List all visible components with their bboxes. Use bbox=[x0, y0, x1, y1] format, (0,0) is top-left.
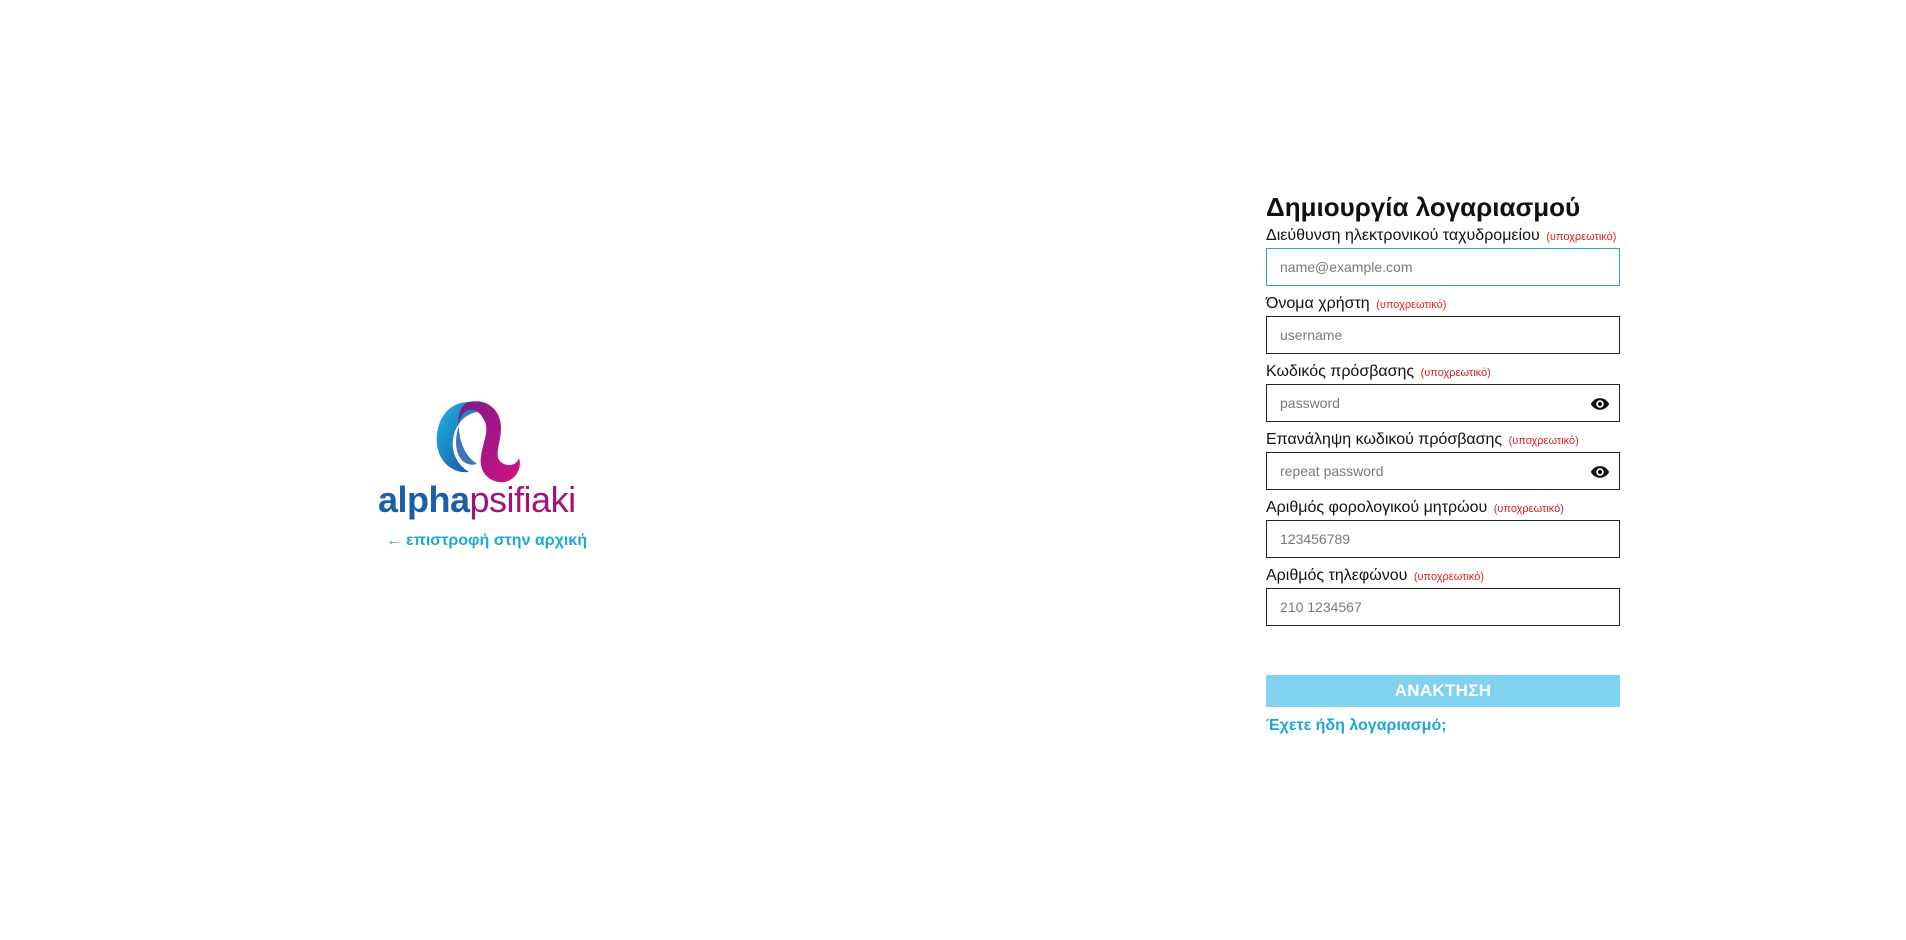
signup-form: Δημιουργία λογαριασμού Διεύθυνση ηλεκτρο… bbox=[1266, 190, 1620, 735]
repeat-password-label: Επανάληψη κωδικού πρόσβασης bbox=[1266, 431, 1503, 448]
brand-panel: alphapsifiaki ← επιστροφή στην αρχική bbox=[376, 396, 587, 556]
username-input[interactable] bbox=[1267, 317, 1619, 353]
repeat-password-field-group: Επανάληψη κωδικού πρόσβασης (υποχρεωτικό… bbox=[1266, 430, 1620, 498]
required-tag: (υποχρεωτικό) bbox=[1508, 435, 1579, 447]
phone-field-group: Αριθμός τηλεφώνου (υποχρεωτικό) bbox=[1266, 566, 1620, 634]
alphapsifiaki-logo-icon bbox=[436, 401, 520, 483]
password-label: Κωδικός πρόσβασης bbox=[1266, 363, 1415, 380]
phone-label: Αριθμός τηλεφώνου bbox=[1266, 567, 1408, 584]
submit-button[interactable]: ΑΝΑΚΤΗΣΗ bbox=[1266, 675, 1620, 707]
username-field-group: Όνομα χρήστη (υποχρεωτικό) bbox=[1266, 294, 1620, 362]
password-field-group: Κωδικός πρόσβασης (υποχρεωτικό) bbox=[1266, 362, 1620, 430]
email-input-wrapper bbox=[1266, 248, 1620, 286]
tax-id-label: Αριθμός φορολογικού μητρώου bbox=[1266, 499, 1488, 516]
back-to-home-label: επιστροφή στην αρχική bbox=[406, 532, 587, 549]
password-input-wrapper bbox=[1266, 384, 1620, 422]
page-title: Δημιουργία λογαριασμού bbox=[1266, 192, 1581, 222]
show-repeat-password-eye-icon[interactable] bbox=[1590, 462, 1610, 482]
required-tag: (υποχρεωτικό) bbox=[1493, 503, 1564, 515]
repeat-password-label-row: Επανάληψη κωδικού πρόσβασης (υποχρεωτικό… bbox=[1266, 430, 1620, 452]
brand-wordmark-psifiaki: psifiaki bbox=[469, 479, 577, 520]
back-to-home-link[interactable]: ← επιστροφή στην αρχική bbox=[386, 532, 587, 550]
tax-id-input-wrapper bbox=[1266, 520, 1620, 558]
password-input[interactable] bbox=[1267, 385, 1619, 421]
email-field-group: Διεύθυνση ηλεκτρονικού ταχυδρομείου (υπο… bbox=[1266, 226, 1620, 294]
required-tag: (υποχρεωτικό) bbox=[1420, 367, 1491, 379]
email-label-row: Διεύθυνση ηλεκτρονικού ταχυδρομείου (υπο… bbox=[1266, 226, 1620, 248]
password-label-row: Κωδικός πρόσβασης (υποχρεωτικό) bbox=[1266, 362, 1620, 384]
arrow-left-icon: ← bbox=[386, 532, 402, 549]
phone-input-wrapper bbox=[1266, 588, 1620, 626]
email-label: Διεύθυνση ηλεκτρονικού ταχυδρομείου bbox=[1266, 227, 1540, 244]
show-password-eye-icon[interactable] bbox=[1590, 394, 1610, 414]
repeat-password-input[interactable] bbox=[1267, 453, 1619, 489]
username-label: Όνομα χρήστη bbox=[1266, 295, 1370, 312]
phone-input[interactable] bbox=[1267, 589, 1619, 625]
required-tag: (υποχρεωτικό) bbox=[1376, 299, 1447, 311]
already-have-account-link[interactable]: Έχετε ήδη λογαριασμό; bbox=[1266, 717, 1447, 735]
phone-label-row: Αριθμός τηλεφώνου (υποχρεωτικό) bbox=[1266, 566, 1620, 588]
username-input-wrapper bbox=[1266, 316, 1620, 354]
tax-id-label-row: Αριθμός φορολογικού μητρώου (υποχρεωτικό… bbox=[1266, 498, 1620, 520]
brand-wordmark: alphapsifiaki bbox=[378, 480, 576, 520]
brand-wordmark-alpha: alpha bbox=[378, 479, 470, 520]
email-input[interactable] bbox=[1267, 249, 1619, 285]
tax-id-input[interactable] bbox=[1267, 521, 1619, 557]
required-tag: (υποχρεωτικό) bbox=[1413, 571, 1485, 583]
repeat-password-input-wrapper bbox=[1266, 452, 1620, 490]
required-tag: (υποχρεωτικό) bbox=[1546, 231, 1617, 243]
username-label-row: Όνομα χρήστη (υποχρεωτικό) bbox=[1266, 294, 1620, 316]
tax-id-field-group: Αριθμός φορολογικού μητρώου (υποχρεωτικό… bbox=[1266, 498, 1620, 566]
signup-page: alphapsifiaki ← επιστροφή στην αρχική Δη… bbox=[0, 0, 1906, 940]
